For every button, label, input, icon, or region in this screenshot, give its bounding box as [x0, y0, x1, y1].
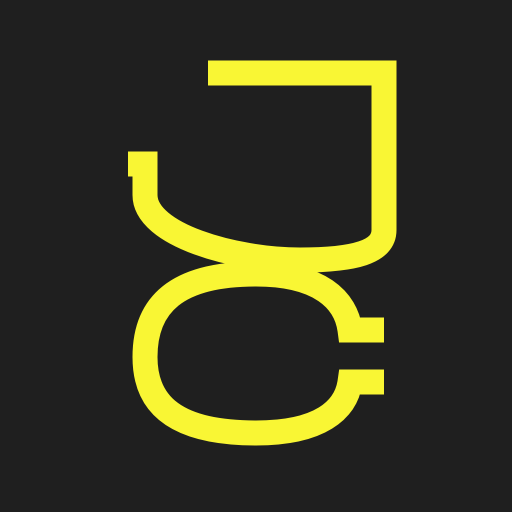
c-shape: [132, 261, 384, 446]
j-top-bar: [208, 60, 397, 273]
logo-canvas: [0, 0, 512, 512]
jc-monogram-icon: [128, 60, 397, 446]
j-hook: [128, 151, 301, 273]
